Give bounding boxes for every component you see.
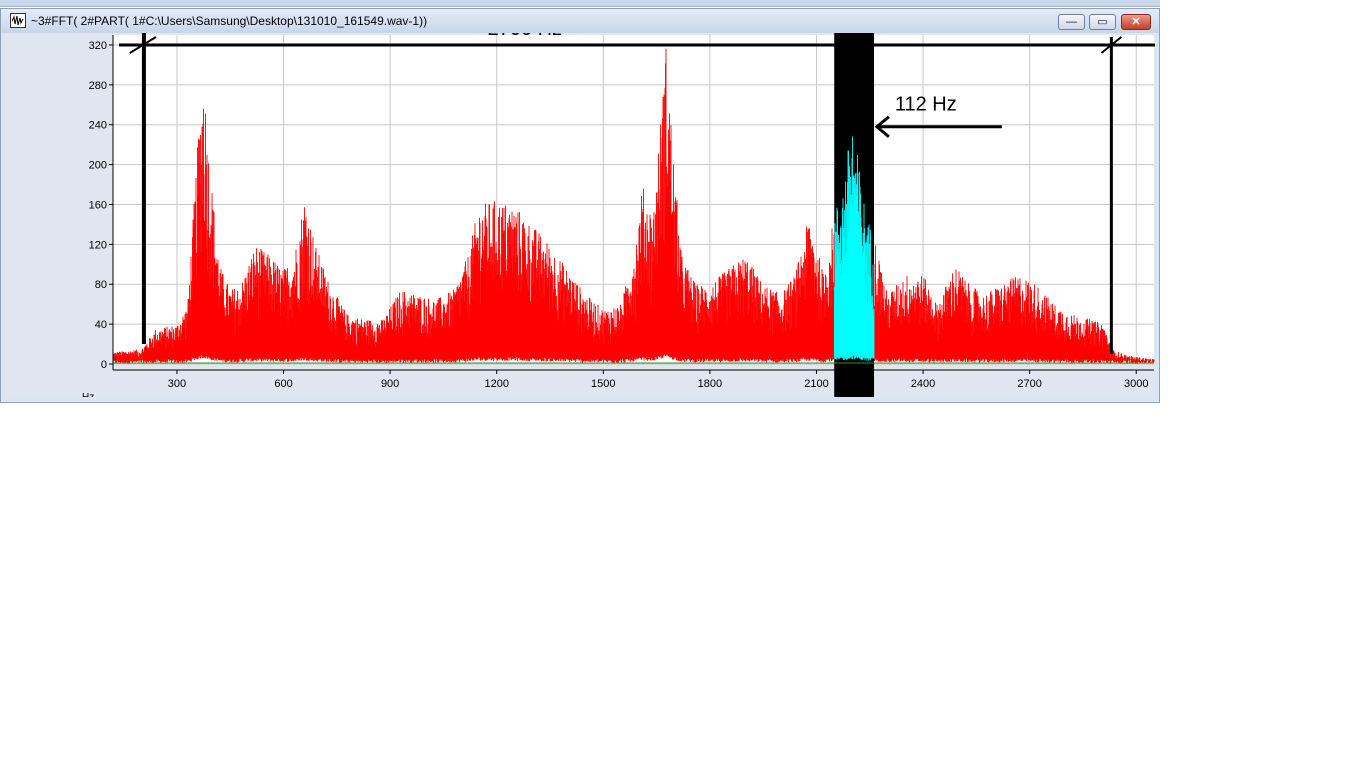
close-icon: ✕ [1131, 15, 1141, 28]
x-tick-label-1200: 1200 [484, 378, 508, 390]
span-annotation-label: 2700 Hz [488, 33, 562, 40]
x-tick-label-1500: 1500 [591, 378, 615, 390]
y-tick-label-80: 80 [95, 279, 107, 291]
y-tick-label-200: 200 [89, 160, 107, 172]
title-bar[interactable]: ~3#FFT( 2#PART( 1#C:\Users\Samsung\Deskt… [1, 9, 1159, 33]
x-tick-label-2400: 2400 [911, 378, 935, 390]
y-tick-label-320: 320 [89, 40, 107, 52]
waveform-app-icon [10, 13, 26, 28]
x-tick-label-3000: 3000 [1124, 378, 1148, 390]
maximize-icon: ▭ [1097, 15, 1108, 28]
y-tick-label-120: 120 [89, 239, 107, 251]
x-tick-label-600: 600 [274, 378, 292, 390]
fft-spectrum-chart[interactable]: 0 40 80 120 160 200 240 280 320 300 600 900 1200 1500… [5, 33, 1155, 397]
y-tick-label-0: 0 [101, 359, 107, 371]
y-tick-label-40: 40 [95, 319, 107, 331]
minimize-button[interactable]: — [1058, 14, 1085, 30]
x-tick-label-900: 900 [381, 378, 399, 390]
x-tick-label-300: 300 [168, 378, 186, 390]
window-title: ~3#FFT( 2#PART( 1#C:\Users\Samsung\Deskt… [31, 14, 428, 28]
band-annotation-label: 112 Hz [895, 94, 957, 116]
fft-window[interactable]: ~3#FFT( 2#PART( 1#C:\Users\Samsung\Deskt… [0, 8, 1160, 403]
y-tick-label-240: 240 [89, 120, 107, 132]
y-tick-label-280: 280 [89, 80, 107, 92]
x-axis-unit-label: Hz [82, 392, 94, 397]
y-tick-label-160: 160 [89, 199, 107, 211]
x-tick-label-1800: 1800 [698, 378, 722, 390]
x-tick-label-2100: 2100 [804, 378, 828, 390]
x-tick-label-2700: 2700 [1017, 378, 1041, 390]
maximize-button[interactable]: ▭ [1089, 14, 1116, 30]
close-button[interactable]: ✕ [1121, 14, 1151, 30]
background-window-edge [0, 0, 1160, 7]
minimize-icon: — [1066, 15, 1077, 28]
plot-area[interactable]: 0 40 80 120 160 200 240 280 320 300 600 900 1200 1500… [5, 33, 1155, 397]
